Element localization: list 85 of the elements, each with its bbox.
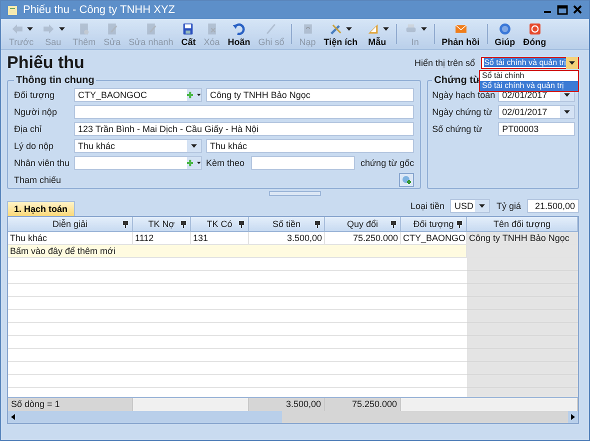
toolbar-button[interactable]: Tiện ích: [320, 19, 362, 49]
scroll-right-icon[interactable]: [571, 414, 575, 420]
ledger-label: Hiển thị trên sổ: [414, 58, 475, 68]
caret-icon: [191, 144, 197, 148]
toolbar-button[interactable]: Đóng: [519, 19, 550, 49]
pin-icon[interactable]: [239, 220, 244, 228]
column-header[interactable]: Diễn giải: [8, 217, 133, 231]
caret-icon: [564, 110, 570, 114]
help-icon: [498, 22, 512, 36]
row-count: Số dòng = 1: [8, 398, 133, 411]
pencil-icon: [264, 22, 278, 36]
field-label: Nhân viên thu: [14, 157, 71, 170]
footer-total: 3.500,00: [249, 398, 325, 411]
field-label: Ngày hạch toán: [432, 89, 496, 102]
column-header[interactable]: TK Có: [191, 217, 249, 231]
page-heading: Phiếu thu: [7, 52, 86, 72]
address-field[interactable]: 123 Trần Bình - Mai Dịch - Cầu Giấy - Hà Nội: [74, 122, 414, 136]
column-header[interactable]: Số tiền: [249, 217, 325, 231]
scroll-left-icon[interactable]: [11, 414, 15, 420]
caret-icon: [197, 93, 201, 97]
document-icon: [77, 22, 92, 36]
column-header[interactable]: Quy đổi: [325, 217, 401, 231]
toolbar-button[interactable]: Mẫu: [362, 19, 393, 49]
undo-arrow-icon: [232, 22, 246, 36]
dropdown-option[interactable]: Sổ tài chính: [480, 70, 578, 80]
caret-icon: [346, 26, 352, 30]
pin-icon[interactable]: [391, 220, 396, 228]
caret-icon: [382, 26, 389, 30]
caret-icon: [479, 204, 486, 208]
column-header[interactable]: Tên đối tượng: [467, 217, 578, 231]
toolbar-button[interactable]: Hoãn: [224, 19, 254, 49]
ledger-dropdown[interactable]: Sổ tài chính và quản trị: [481, 56, 579, 68]
search-add-icon: [401, 174, 412, 186]
splitter-handle[interactable]: [269, 191, 321, 196]
field-label: Loại tiền: [410, 201, 444, 211]
caret-icon: [420, 26, 427, 30]
column-header[interactable]: TK Nợ: [133, 217, 191, 231]
column-header[interactable]: Đối tượng: [401, 217, 467, 231]
attached-count-field[interactable]: [250, 156, 355, 170]
field-label: Đối tượng: [14, 89, 56, 102]
ruler-triangle-icon: [366, 22, 380, 36]
reference-button[interactable]: [399, 173, 414, 187]
field-label: Lý do nộp: [14, 140, 55, 153]
window-controls-icon[interactable]: [543, 5, 583, 15]
reason-combo[interactable]: Thu khác: [74, 139, 202, 153]
field-label: Địa chỉ: [14, 123, 43, 136]
pin-icon[interactable]: [457, 220, 462, 228]
group-title: Thông tin chung: [15, 75, 96, 86]
tab[interactable]: 1. Hạch toán: [7, 201, 75, 216]
field-suffix: chứng từ gốc: [360, 157, 414, 170]
caret-icon: [58, 26, 65, 30]
document-icon: [7, 4, 18, 16]
footer-total: 75.250.000: [325, 398, 401, 411]
caret-icon: [197, 161, 201, 165]
field-label: Người nộp: [14, 106, 58, 119]
caret-icon: [569, 60, 575, 64]
field-label: Số chứng từ: [432, 123, 484, 136]
table-cell: Công ty TNHH Bảo Ngọc: [467, 232, 578, 245]
pin-icon[interactable]: [315, 220, 320, 228]
power-icon: [528, 22, 542, 36]
toolbar-button[interactable]: Cất: [177, 19, 200, 49]
left-arrow-icon: [10, 22, 24, 36]
pin-icon[interactable]: [123, 220, 128, 228]
field-label: Tham chiếu: [14, 174, 62, 187]
document-pencil-icon: [105, 22, 120, 36]
object-code-combo[interactable]: CTY_BAONGOC: [74, 88, 202, 102]
voucher-number-field[interactable]: PT00003: [498, 122, 575, 136]
field-label: Ngày chứng từ: [432, 106, 494, 119]
pin-icon[interactable]: [181, 220, 186, 228]
toolbar-button[interactable]: Giúp: [490, 19, 520, 49]
window-title: Phiếu thu - Công ty TNHH XYZ: [23, 4, 176, 16]
date-picker[interactable]: 02/01/2017: [498, 105, 575, 119]
horizontal-scrollbar[interactable]: [8, 411, 578, 423]
currency-combo[interactable]: USD: [450, 199, 490, 213]
toolbar-button[interactable]: Phản hồi: [438, 19, 484, 49]
object-name-field[interactable]: Công ty TNHH Bảo Ngọc: [206, 88, 414, 102]
right-arrow-icon: [42, 22, 56, 36]
payer-field[interactable]: [74, 105, 414, 119]
tools-icon: [329, 22, 344, 36]
caret-icon: [26, 26, 33, 30]
field-label: Kèm theo: [206, 157, 245, 170]
reason-description-field[interactable]: Thu khác: [206, 139, 414, 153]
exchange-rate-field[interactable]: 21.500,00: [527, 199, 579, 213]
field-label: Tỷ giá: [496, 201, 521, 211]
dropdown-option[interactable]: Sổ tài chính và quản trị: [480, 80, 578, 90]
